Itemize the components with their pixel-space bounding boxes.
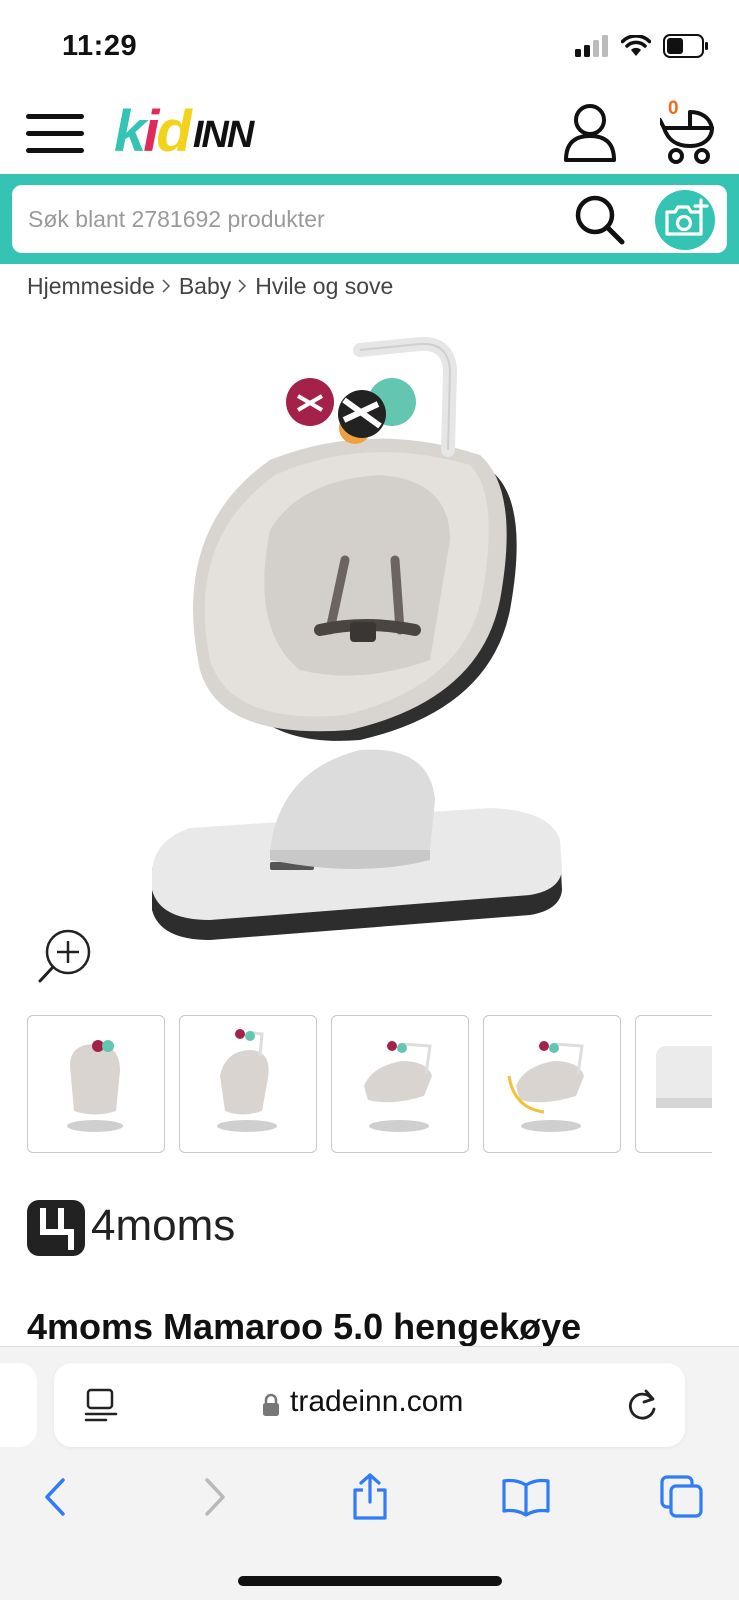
status-icons: [575, 34, 709, 58]
chevron-right-icon: [205, 1478, 225, 1516]
thumbnail-image: [67, 1040, 123, 1132]
search-icon[interactable]: [574, 194, 626, 246]
tabs-button[interactable]: [652, 1467, 712, 1527]
thumbnail-1[interactable]: [27, 1015, 165, 1153]
thumbnail-image: [364, 1041, 432, 1132]
search-input[interactable]: [28, 185, 548, 253]
thumbnail-image: [507, 1041, 584, 1132]
search-bar: [0, 174, 739, 264]
address-bar[interactable]: tradeinn.com: [54, 1363, 685, 1447]
cellular-signal-icon: [575, 35, 608, 57]
thumbnail-5[interactable]: [635, 1015, 712, 1153]
status-time: 11:29: [62, 30, 138, 62]
thumbnail-image: [656, 1046, 712, 1108]
logo-kid-text: kid: [114, 99, 192, 164]
product-main-image[interactable]: [130, 330, 600, 970]
thumbnail-2[interactable]: [179, 1015, 317, 1153]
chevron-right-icon: [162, 279, 170, 293]
thumbnail-3[interactable]: [331, 1015, 469, 1153]
brand-logo-4moms[interactable]: 4moms: [27, 1196, 257, 1260]
brand-name: 4moms: [91, 1201, 235, 1250]
reload-icon[interactable]: [624, 1387, 660, 1423]
hamburger-menu-button[interactable]: [26, 112, 84, 156]
previous-tab-preview[interactable]: [0, 1363, 37, 1447]
breadcrumb-baby[interactable]: Baby: [179, 273, 231, 300]
cart-button[interactable]: 0: [660, 98, 720, 166]
wifi-icon: [621, 35, 651, 56]
book-icon: [502, 1478, 550, 1517]
camera-search-button[interactable]: [655, 190, 715, 250]
url-text: tradeinn.com: [290, 1385, 464, 1418]
product-title: 4moms Mamaroo 5.0 hengekøye: [27, 1306, 582, 1346]
share-icon: [353, 1473, 387, 1520]
thumbnail-image: [217, 1029, 277, 1132]
bookmarks-button[interactable]: [496, 1467, 556, 1527]
chevron-right-icon: [238, 279, 247, 293]
forward-button[interactable]: [184, 1467, 244, 1527]
back-button[interactable]: [26, 1467, 86, 1527]
tabs-icon: [660, 1475, 703, 1518]
breadcrumb: Hjemmeside Baby Hvile og sove: [27, 270, 393, 302]
status-bar: 11:29: [0, 0, 739, 92]
search-box: [12, 185, 727, 253]
site-header: kid INN 0: [0, 92, 739, 174]
lock-icon: [263, 1393, 279, 1416]
camera-plus-icon: [665, 198, 709, 236]
breadcrumb-hvile-og-sove[interactable]: Hvile og sove: [255, 273, 393, 300]
browser-toolbar: [0, 1457, 739, 1537]
thumbnail-4[interactable]: [483, 1015, 621, 1153]
logo-inn-text: INN: [192, 114, 254, 156]
thumbnail-gallery: [27, 1015, 712, 1153]
breadcrumb-home[interactable]: Hjemmeside: [27, 273, 155, 300]
share-button[interactable]: [340, 1467, 400, 1527]
user-account-icon[interactable]: [562, 102, 618, 164]
battery-icon: [663, 34, 708, 58]
chevron-left-icon: [45, 1478, 65, 1516]
reader-page-icon[interactable]: [84, 1387, 118, 1423]
zoom-in-icon[interactable]: [38, 928, 94, 984]
browser-bottom-bar: tradeinn.com: [0, 1346, 739, 1600]
stroller-cart-icon: [660, 110, 714, 164]
kidinn-logo[interactable]: kid INN: [114, 99, 254, 164]
home-indicator: [238, 1576, 502, 1586]
